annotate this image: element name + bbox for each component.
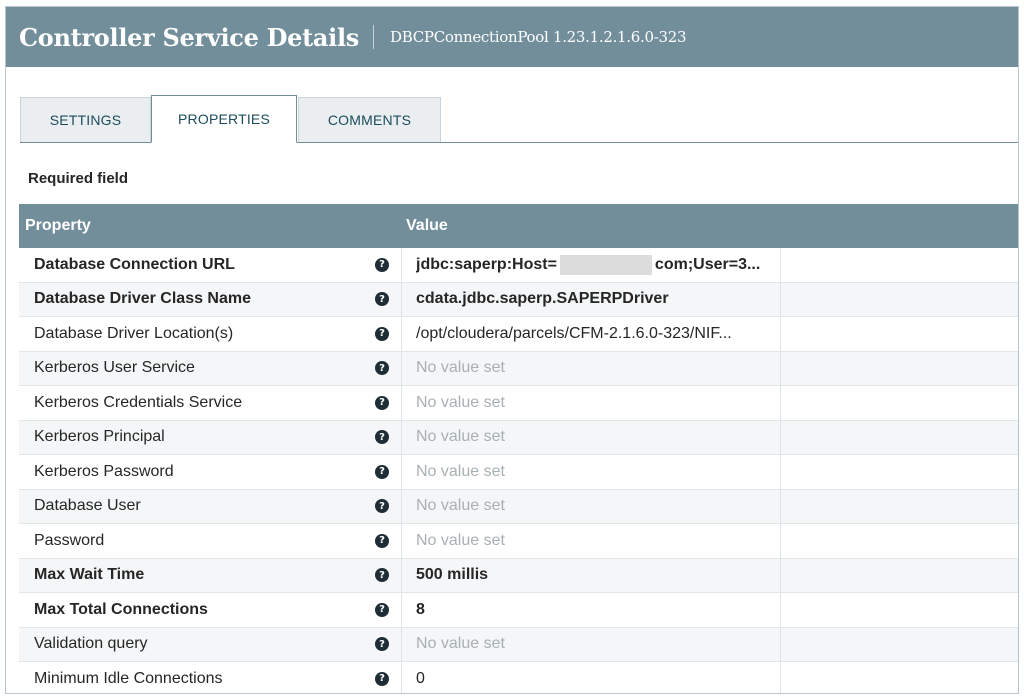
property-name: Kerberos Password [34,462,174,480]
table-row[interactable]: Database Connection URL? jdbc:saperp:Host… [19,248,1018,283]
column-divider [401,420,402,454]
property-value[interactable]: No value set [416,386,771,420]
table-row[interactable]: Max Total Connections? 8 [19,593,1018,628]
table-row[interactable]: Max Wait Time? 500 millis [19,558,1018,593]
table-row[interactable]: Database User? No value set [19,489,1018,524]
required-field-label: Required field [28,170,129,187]
column-divider [780,420,781,454]
property-name: Password [34,531,105,549]
tab-bar: SETTINGS PROPERTIES COMMENTS [20,95,1018,143]
property-value-prefix: jdbc:saperp:Host= [416,255,557,273]
property-name: Database Driver Location(s) [34,324,234,342]
property-name: Kerberos Principal [34,428,165,446]
property-name: Database User [34,497,141,515]
column-divider [401,248,402,282]
dialog-subtitle: DBCPConnectionPool 1.23.1.2.1.6.0-323 [390,28,687,46]
property-name: Max Wait Time [34,566,145,584]
property-value[interactable]: /opt/cloudera/parcels/CFM-2.1.6.0-323/NI… [416,317,771,351]
property-value[interactable]: No value set [416,490,771,524]
property-value[interactable]: No value set [416,455,771,489]
column-header-value: Value [406,217,448,234]
column-divider [780,455,781,489]
property-value[interactable]: 0 [416,662,771,693]
column-divider [780,317,781,351]
dialog-header: Controller Service Details DBCPConnectio… [6,7,1018,67]
column-divider [780,558,781,592]
dialog-title: Controller Service Details [19,22,360,52]
tab-settings[interactable]: SETTINGS [20,97,151,143]
property-name: Database Driver Class Name [34,290,252,308]
property-value[interactable]: No value set [416,421,771,455]
column-divider [780,593,781,627]
property-value[interactable]: cdata.jdbc.saperp.SAPERPDriver [416,283,771,317]
column-divider [401,593,402,627]
help-icon[interactable]: ? [375,395,389,410]
table-row[interactable]: Kerberos Credentials Service? No value se… [19,386,1018,421]
help-icon[interactable]: ? [375,637,389,652]
help-icon[interactable]: ? [375,292,389,307]
property-value-suffix: com;User=3... [654,255,761,273]
property-value[interactable]: No value set [416,524,771,558]
help-icon[interactable]: ? [375,602,389,617]
help-icon[interactable]: ? [375,671,389,686]
help-icon[interactable]: ? [375,533,389,548]
property-name: Database Connection URL [34,255,235,273]
column-divider [780,282,781,316]
controller-service-dialog: Controller Service Details DBCPConnectio… [5,6,1019,694]
property-name: Kerberos Credentials Service [34,393,243,411]
help-icon[interactable]: ? [375,464,389,479]
help-icon[interactable]: ? [375,257,389,272]
column-header-property: Property [25,217,91,234]
table-row[interactable]: Database Driver Location(s)? /opt/clouder… [19,317,1018,352]
column-divider [780,489,781,523]
column-divider [780,524,781,558]
column-divider [780,386,781,420]
tab-comments[interactable]: COMMENTS [298,97,441,143]
header-divider [373,25,375,49]
help-icon[interactable]: ? [375,361,389,376]
help-icon[interactable]: ? [375,326,389,341]
column-divider [780,627,781,661]
property-name: Kerberos User Service [34,359,195,377]
column-divider [401,524,402,558]
property-name: Validation query [34,635,148,653]
table-row[interactable]: Kerberos Password? No value set [19,455,1018,490]
column-divider [780,351,781,385]
column-divider [401,455,402,489]
help-icon[interactable]: ? [375,499,389,514]
column-divider [401,662,402,693]
property-name: Max Total Connections [34,600,208,618]
table-row[interactable]: Minimum Idle Connections? 0 [19,662,1018,693]
column-divider [401,282,402,316]
redacted-block [559,254,652,275]
help-icon[interactable]: ? [375,430,389,445]
property-value[interactable]: No value set [416,628,771,662]
property-value[interactable]: 8 [416,593,771,627]
table-row[interactable]: Validation query? No value set [19,627,1018,662]
column-divider [401,351,402,385]
property-value[interactable]: jdbc:saperp:Host= com;User=3... [416,248,771,282]
table-row[interactable]: Kerberos User Service? No value set [19,351,1018,386]
column-divider [401,386,402,420]
table-row[interactable]: Password? No value set [19,524,1018,559]
properties-table: Property Value Database Connection URL? j… [19,204,1018,693]
property-value[interactable]: No value set [416,352,771,386]
table-header: Property Value [19,204,1018,248]
table-body: Database Connection URL? jdbc:saperp:Host… [19,248,1018,693]
column-divider [401,317,402,351]
table-row[interactable]: Database Driver Class Name? cdata.jdbc.sa… [19,282,1018,317]
column-divider [401,558,402,592]
tab-properties[interactable]: PROPERTIES [151,95,297,143]
property-value[interactable]: 500 millis [416,559,771,593]
column-divider [401,489,402,523]
table-row[interactable]: Kerberos Principal? No value set [19,420,1018,455]
column-divider [780,662,781,693]
property-name: Minimum Idle Connections [34,669,223,687]
column-divider [780,248,781,282]
column-divider [401,627,402,661]
help-icon[interactable]: ? [375,568,389,583]
